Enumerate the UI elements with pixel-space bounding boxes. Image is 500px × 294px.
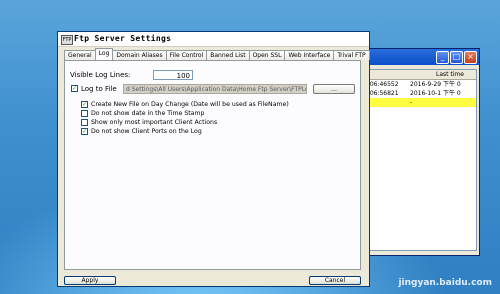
tab-web-interface[interactable]: Web Interface: [284, 50, 335, 60]
tab-general[interactable]: General: [64, 50, 96, 60]
dialog-title: Ftp Server Settings: [74, 34, 172, 43]
ftp-app-icon: FTP: [61, 35, 73, 45]
tab-file-control[interactable]: File Control: [165, 50, 208, 60]
visible-log-lines-label: Visible Log Lines:: [70, 71, 131, 79]
option-checkbox-important-actions[interactable]: [81, 119, 88, 126]
tab-trival-ftp[interactable]: Trival FTP: [333, 50, 370, 60]
settings-tabs: General Log Domain Aliases File Control …: [64, 48, 370, 60]
option-label: Create New File on Day Change (Date will…: [91, 101, 289, 108]
visible-log-lines-input[interactable]: 100: [153, 70, 193, 80]
log-file-path-field[interactable]: d Settings\All Users\Application Data\Ho…: [123, 84, 307, 94]
option-label: Do not show date in the Time Stamp: [91, 110, 205, 117]
option-label: Do not show Client Ports on the Log: [91, 128, 202, 135]
log-settings-panel: Visible Log Lines: 100 ✓ Log to File d S…: [64, 60, 361, 270]
tab-open-ssl[interactable]: Open SSL: [248, 50, 286, 60]
browse-button[interactable]: ...: [313, 84, 355, 94]
tab-domain-aliases[interactable]: Domain Aliases: [112, 50, 167, 60]
dialog-titlebar[interactable]: FTP Ftp Server Settings: [58, 32, 369, 47]
tab-log[interactable]: Log: [94, 48, 114, 60]
tab-banned-list[interactable]: Banned List: [206, 50, 250, 60]
maximize-icon[interactable]: □: [450, 51, 463, 64]
log-to-file-checkbox[interactable]: ✓: [71, 85, 78, 92]
option-checkbox-no-date-timestamp[interactable]: [81, 110, 88, 117]
option-checkbox-no-client-ports[interactable]: ✓: [81, 128, 88, 135]
watermark: jingyan.baidu.com: [398, 278, 492, 288]
minimize-icon[interactable]: _: [436, 51, 449, 64]
log-to-file-label: Log to File: [81, 85, 117, 93]
cancel-button[interactable]: Cancel: [309, 276, 361, 285]
option-checkbox-new-file-day-change[interactable]: ✓: [81, 101, 88, 108]
option-label: Show only most important Client Actions: [91, 119, 218, 126]
apply-button[interactable]: Apply: [64, 276, 116, 285]
close-icon[interactable]: ×: [464, 51, 477, 64]
ftp-settings-dialog: FTP Ftp Server Settings General Log Doma…: [57, 31, 370, 287]
